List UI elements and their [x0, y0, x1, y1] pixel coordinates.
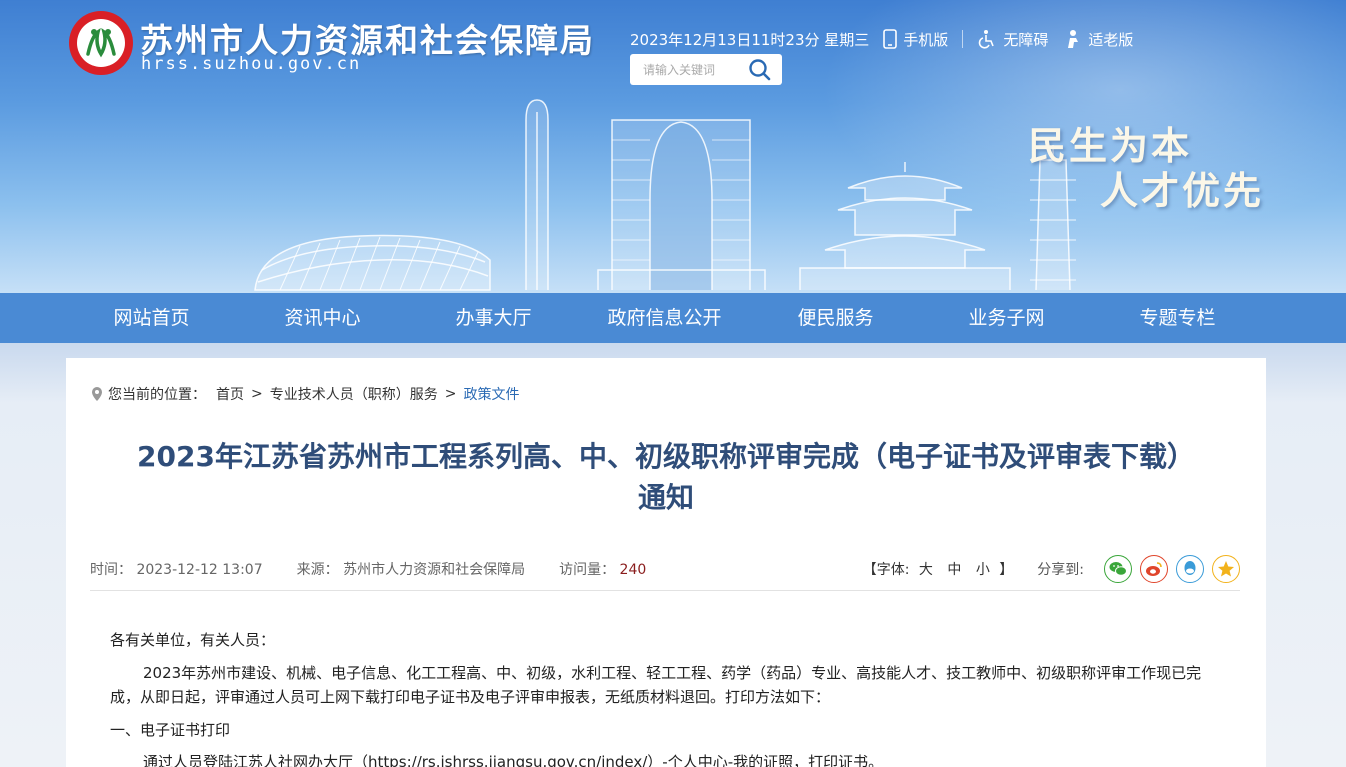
- breadcrumb-professional-services[interactable]: 专业技术人员（职称）服务: [270, 384, 438, 404]
- source-value: 苏州市人力资源和社会保障局: [343, 562, 526, 578]
- main-navigation: 网站首页 资讯中心 办事大厅 政府信息公开 便民服务 业务子网 专题专栏: [0, 293, 1346, 343]
- header-banner: 苏州市人力资源和社会保障局 hrss.suzhou.gov.cn 2023年12…: [0, 0, 1346, 293]
- article-title-line-2: 通知: [637, 481, 694, 514]
- visits-value: 240: [619, 562, 647, 578]
- share-wechat-button[interactable]: [1104, 555, 1132, 583]
- location-pin-icon: [92, 387, 102, 401]
- top-utility-bar: 2023年12月13日11时23分 星期三 手机版 无障碍 适老版: [630, 27, 1133, 51]
- qq-icon: [1184, 561, 1196, 575]
- elderly-version-label: 适老版: [1088, 30, 1134, 49]
- font-size-open: 【字体:: [862, 562, 910, 578]
- article-source: 来源： 苏州市人力资源和社会保障局: [297, 559, 525, 579]
- nav-item-public-service[interactable]: 便民服务: [750, 293, 921, 343]
- mobile-phone-icon: [883, 29, 898, 49]
- breadcrumb-separator: >: [251, 386, 263, 402]
- breadcrumb-home[interactable]: 首页: [216, 384, 244, 404]
- publish-time-value: 2023-12-12 13:07: [136, 562, 263, 578]
- visit-count: 访问量： 240: [559, 559, 646, 579]
- accessibility-label: 无障碍: [1003, 30, 1049, 49]
- article-card: 您当前的位置： 首页 > 专业技术人员（职称）服务 > 政策文件 2023年江苏…: [66, 358, 1266, 767]
- breadcrumb-prefix: 您当前的位置：: [108, 387, 206, 403]
- search-input[interactable]: [630, 55, 740, 84]
- search-box: [630, 54, 782, 85]
- certificate-instructions: 通过人员登陆江苏人社网办大厅（https://rs.jshrss.jiangsu…: [143, 753, 884, 767]
- topbar-divider: [962, 30, 964, 48]
- font-size-medium[interactable]: 中: [947, 562, 961, 578]
- article-body: 各有关单位，有关人员： 2023年苏州市建设、机械、电子信息、化工工程高、中、初…: [110, 628, 1220, 767]
- wechat-icon: [1109, 562, 1127, 576]
- elderly-version-link[interactable]: 适老版: [1064, 29, 1133, 50]
- nav-item-service-hall[interactable]: 办事大厅: [408, 293, 579, 343]
- nav-item-special-topics[interactable]: 专题专栏: [1092, 293, 1263, 343]
- mobile-version-link[interactable]: 手机版: [883, 29, 948, 50]
- nav-item-home[interactable]: 网站首页: [66, 293, 237, 343]
- visits-label: 访问量：: [559, 562, 616, 578]
- intro-paragraph: 2023年苏州市建设、机械、电子信息、化工工程高、中、初级，水利工程、轻工工程、…: [110, 664, 1202, 706]
- bureau-logo[interactable]: [68, 10, 134, 76]
- share-label: 分享到:: [1037, 562, 1084, 578]
- publish-time-label: 时间：: [90, 562, 132, 578]
- share-qzone-button[interactable]: [1212, 555, 1240, 583]
- nav-item-news[interactable]: 资讯中心: [237, 293, 408, 343]
- font-size-close: 】: [999, 562, 1014, 578]
- source-label: 来源：: [296, 562, 339, 578]
- qzone-icon: [1218, 561, 1234, 577]
- breadcrumb: 您当前的位置： 首页 > 专业技术人员（职称）服务 > 政策文件: [92, 384, 519, 404]
- article-meta: 时间： 2023-12-12 13:07 来源： 苏州市人力资源和社会保障局 访…: [90, 555, 1240, 583]
- salutation-paragraph: 各有关单位，有关人员：: [110, 631, 276, 649]
- mobile-version-label: 手机版: [903, 30, 949, 49]
- breadcrumb-separator: >: [444, 386, 457, 402]
- article-title-line-1: 2023年江苏省苏州市工程系列高、中、初级职称评审完成（电子证书及评审表下载）: [137, 440, 1195, 473]
- search-icon[interactable]: [748, 58, 772, 82]
- font-size-large[interactable]: 大: [919, 562, 933, 578]
- accessibility-link[interactable]: 无障碍: [977, 29, 1048, 50]
- nav-item-gov-info[interactable]: 政府信息公开: [579, 293, 750, 343]
- font-size-small[interactable]: 小: [976, 562, 990, 578]
- publish-time: 时间： 2023-12-12 13:07: [90, 559, 263, 579]
- font-size-controls: 【字体: 大 中 小 】: [863, 559, 1014, 579]
- meta-right: 【字体: 大 中 小 】 分享到:: [863, 555, 1240, 583]
- wheelchair-icon: [979, 30, 995, 49]
- site-domain: hrss.suzhou.gov.cn: [141, 54, 362, 74]
- section-heading-certificate: 一、电子证书打印: [110, 721, 231, 739]
- breadcrumb-policy-documents[interactable]: 政策文件: [463, 384, 519, 404]
- current-datetime: 2023年12月13日11时23分 星期三: [630, 30, 870, 49]
- weibo-icon: [1146, 562, 1162, 576]
- slogan-line-2: 人才优先: [1100, 169, 1265, 213]
- nav-item-sub-sites[interactable]: 业务子网: [921, 293, 1092, 343]
- meta-divider: [90, 590, 1240, 591]
- elderly-icon: [1068, 30, 1079, 48]
- share-weibo-button[interactable]: [1140, 555, 1168, 583]
- share-qq-button[interactable]: [1176, 555, 1204, 583]
- article-title: 2023年江苏省苏州市工程系列高、中、初级职称评审完成（电子证书及评审表下载） …: [96, 436, 1236, 518]
